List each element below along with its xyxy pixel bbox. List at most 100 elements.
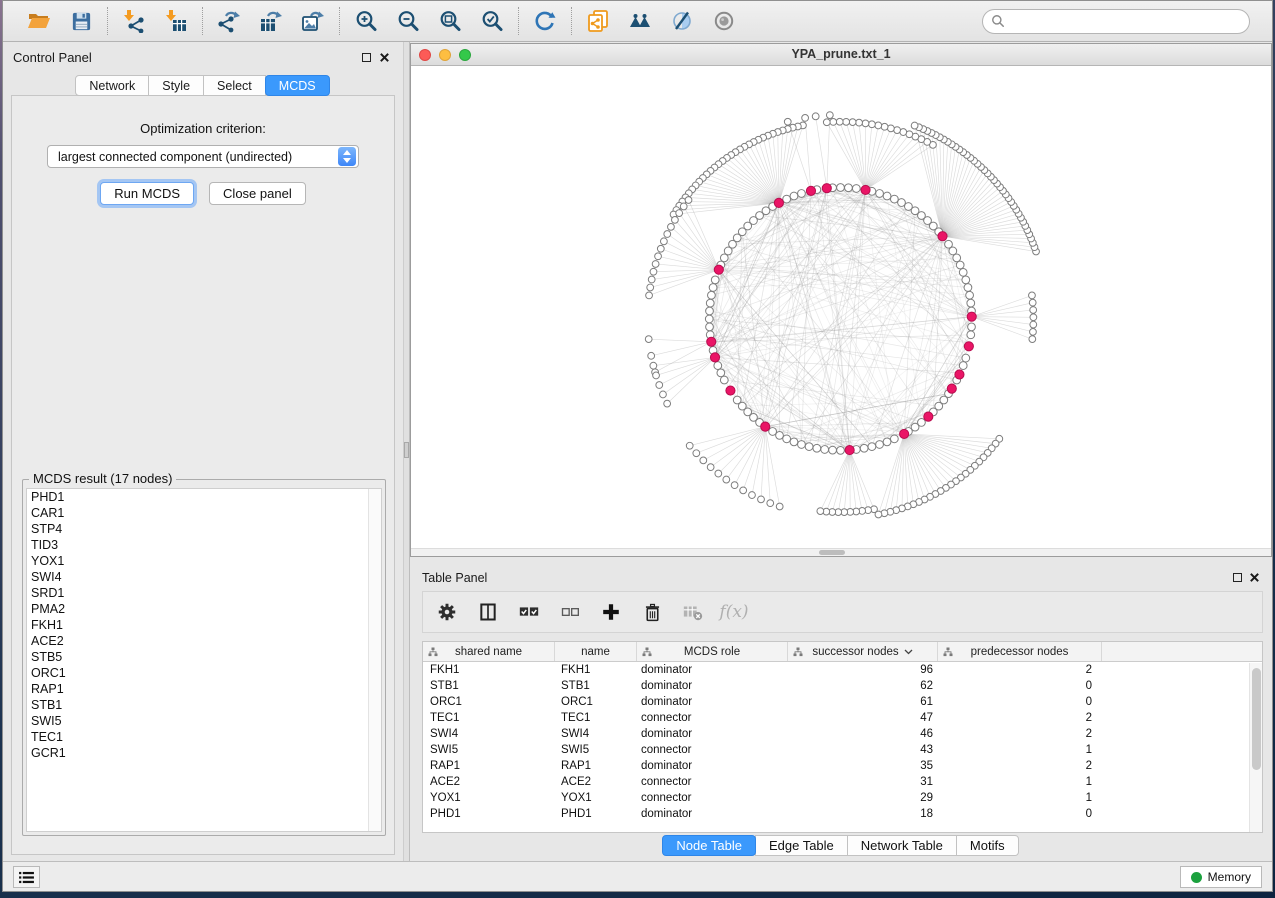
memory-button[interactable]: Memory	[1180, 866, 1262, 888]
network-horizontal-scrollbar[interactable]	[411, 548, 1271, 556]
tab-network[interactable]: Network	[75, 75, 149, 96]
tab-node-table[interactable]: Node Table	[662, 835, 756, 856]
tab-select[interactable]: Select	[203, 75, 266, 96]
import-network-icon[interactable]	[120, 7, 148, 35]
zoom-out-icon[interactable]	[394, 7, 422, 35]
open-file-icon[interactable]	[25, 7, 53, 35]
mcds-node[interactable]	[714, 265, 723, 274]
add-column-icon[interactable]	[599, 600, 623, 624]
column-header-predecessor-nodes[interactable]: predecessor nodes	[938, 642, 1102, 661]
tab-edge-table[interactable]: Edge Table	[755, 835, 848, 856]
search-input[interactable]	[1010, 14, 1241, 28]
mcds-result-item[interactable]: GCR1	[27, 745, 381, 761]
refresh-layout-icon[interactable]	[531, 7, 559, 35]
search-box[interactable]	[982, 9, 1250, 34]
mcds-node[interactable]	[900, 429, 909, 438]
mcds-node[interactable]	[924, 412, 933, 421]
table-scroll-thumb[interactable]	[1252, 668, 1261, 770]
deselect-all-rows-icon[interactable]	[558, 600, 582, 624]
mcds-result-item[interactable]: PHD1	[27, 489, 381, 505]
table-row[interactable]: ORC1ORC1dominator610	[423, 694, 1262, 710]
table-row[interactable]: SWI4SWI4dominator462	[423, 726, 1262, 742]
delete-table-icon[interactable]	[681, 600, 705, 624]
gear-icon[interactable]	[435, 600, 459, 624]
share-document-icon[interactable]	[584, 7, 612, 35]
mcds-node[interactable]	[707, 337, 716, 346]
float-panel-icon[interactable]	[362, 53, 371, 62]
close-panel-button[interactable]: Close panel	[209, 182, 306, 205]
mcds-node[interactable]	[861, 185, 870, 194]
horizontal-scroll-thumb[interactable]	[819, 550, 845, 555]
network-graph[interactable]	[411, 66, 1271, 548]
mcds-result-item[interactable]: CAR1	[27, 505, 381, 521]
mcds-result-item[interactable]: PMA2	[27, 601, 381, 617]
mcds-result-list[interactable]: PHD1CAR1STP4TID3YOX1SWI4SRD1PMA2FKH1ACE2…	[26, 488, 382, 832]
column-header-name[interactable]: name	[555, 642, 637, 661]
mcds-node[interactable]	[710, 353, 719, 362]
mcds-node[interactable]	[806, 186, 815, 195]
function-builder-icon[interactable]: f(x)	[722, 600, 746, 624]
column-header-successor-nodes[interactable]: successor nodes	[788, 642, 938, 661]
save-session-icon[interactable]	[67, 7, 95, 35]
tab-style[interactable]: Style	[148, 75, 204, 96]
export-image-icon[interactable]	[299, 7, 327, 35]
float-table-panel-icon[interactable]	[1233, 573, 1242, 582]
table-row[interactable]: FKH1FKH1dominator962	[423, 662, 1262, 678]
mcds-result-item[interactable]: YOX1	[27, 553, 381, 569]
mcds-result-item[interactable]: SRD1	[27, 585, 381, 601]
table-row[interactable]: YOX1YOX1connector291	[423, 790, 1262, 806]
tab-network-table[interactable]: Network Table	[847, 835, 957, 856]
table-row[interactable]: RAP1RAP1dominator352	[423, 758, 1262, 774]
delete-column-icon[interactable]	[640, 600, 664, 624]
run-mcds-button[interactable]: Run MCDS	[100, 182, 194, 205]
mcds-result-item[interactable]: ACE2	[27, 633, 381, 649]
mcds-node[interactable]	[726, 386, 735, 395]
search-network-icon[interactable]	[626, 7, 654, 35]
mcds-node[interactable]	[964, 342, 973, 351]
mcds-result-item[interactable]: TEC1	[27, 729, 381, 745]
zoom-in-icon[interactable]	[352, 7, 380, 35]
mcds-result-item[interactable]: STP4	[27, 521, 381, 537]
mcds-node[interactable]	[938, 232, 947, 241]
mcds-result-item[interactable]: TID3	[27, 537, 381, 553]
column-header-shared-name[interactable]: shared name	[423, 642, 555, 661]
table-vertical-scrollbar[interactable]	[1249, 663, 1262, 832]
columns-icon[interactable]	[476, 600, 500, 624]
mcds-node[interactable]	[774, 198, 783, 207]
tab-mcds[interactable]: MCDS	[265, 75, 330, 96]
network-canvas[interactable]	[411, 66, 1271, 548]
zoom-fit-icon[interactable]	[436, 7, 464, 35]
table-row[interactable]: TEC1TEC1connector472	[423, 710, 1262, 726]
mcds-result-item[interactable]: RAP1	[27, 681, 381, 697]
mcds-node[interactable]	[947, 384, 956, 393]
mcds-node[interactable]	[845, 446, 854, 455]
table-row[interactable]: ACE2ACE2connector311	[423, 774, 1262, 790]
import-table-icon[interactable]	[162, 7, 190, 35]
mcds-result-item[interactable]: ORC1	[27, 665, 381, 681]
mcds-node[interactable]	[955, 370, 964, 379]
zoom-selected-icon[interactable]	[478, 7, 506, 35]
export-table-icon[interactable]	[257, 7, 285, 35]
export-network-icon[interactable]	[215, 7, 243, 35]
show-panels-button[interactable]	[13, 866, 40, 888]
tab-motifs[interactable]: Motifs	[956, 835, 1019, 856]
mcds-result-item[interactable]: STB5	[27, 649, 381, 665]
select-all-rows-icon[interactable]	[517, 600, 541, 624]
mcds-node[interactable]	[822, 184, 831, 193]
mcds-result-item[interactable]: STB1	[27, 697, 381, 713]
table-row[interactable]: SWI5SWI5connector431	[423, 742, 1262, 758]
show-graphics-details-icon[interactable]	[710, 7, 738, 35]
list-scrollbar[interactable]	[368, 489, 381, 831]
mcds-node[interactable]	[967, 312, 976, 321]
mcds-result-item[interactable]: SWI5	[27, 713, 381, 729]
table-row[interactable]: PHD1PHD1dominator180	[423, 806, 1262, 822]
optimization-criterion-select[interactable]: largest connected component (undirected)	[47, 145, 359, 168]
column-header-mcds-role[interactable]: MCDS role	[637, 642, 788, 661]
network-vertical-scrollbar[interactable]	[403, 42, 410, 861]
close-panel-icon[interactable]	[379, 52, 390, 63]
toggle-graphics-details-icon[interactable]	[668, 7, 696, 35]
vertical-scroll-thumb[interactable]	[404, 442, 409, 458]
close-table-panel-icon[interactable]	[1249, 572, 1260, 583]
mcds-result-item[interactable]: FKH1	[27, 617, 381, 633]
mcds-node[interactable]	[761, 422, 770, 431]
